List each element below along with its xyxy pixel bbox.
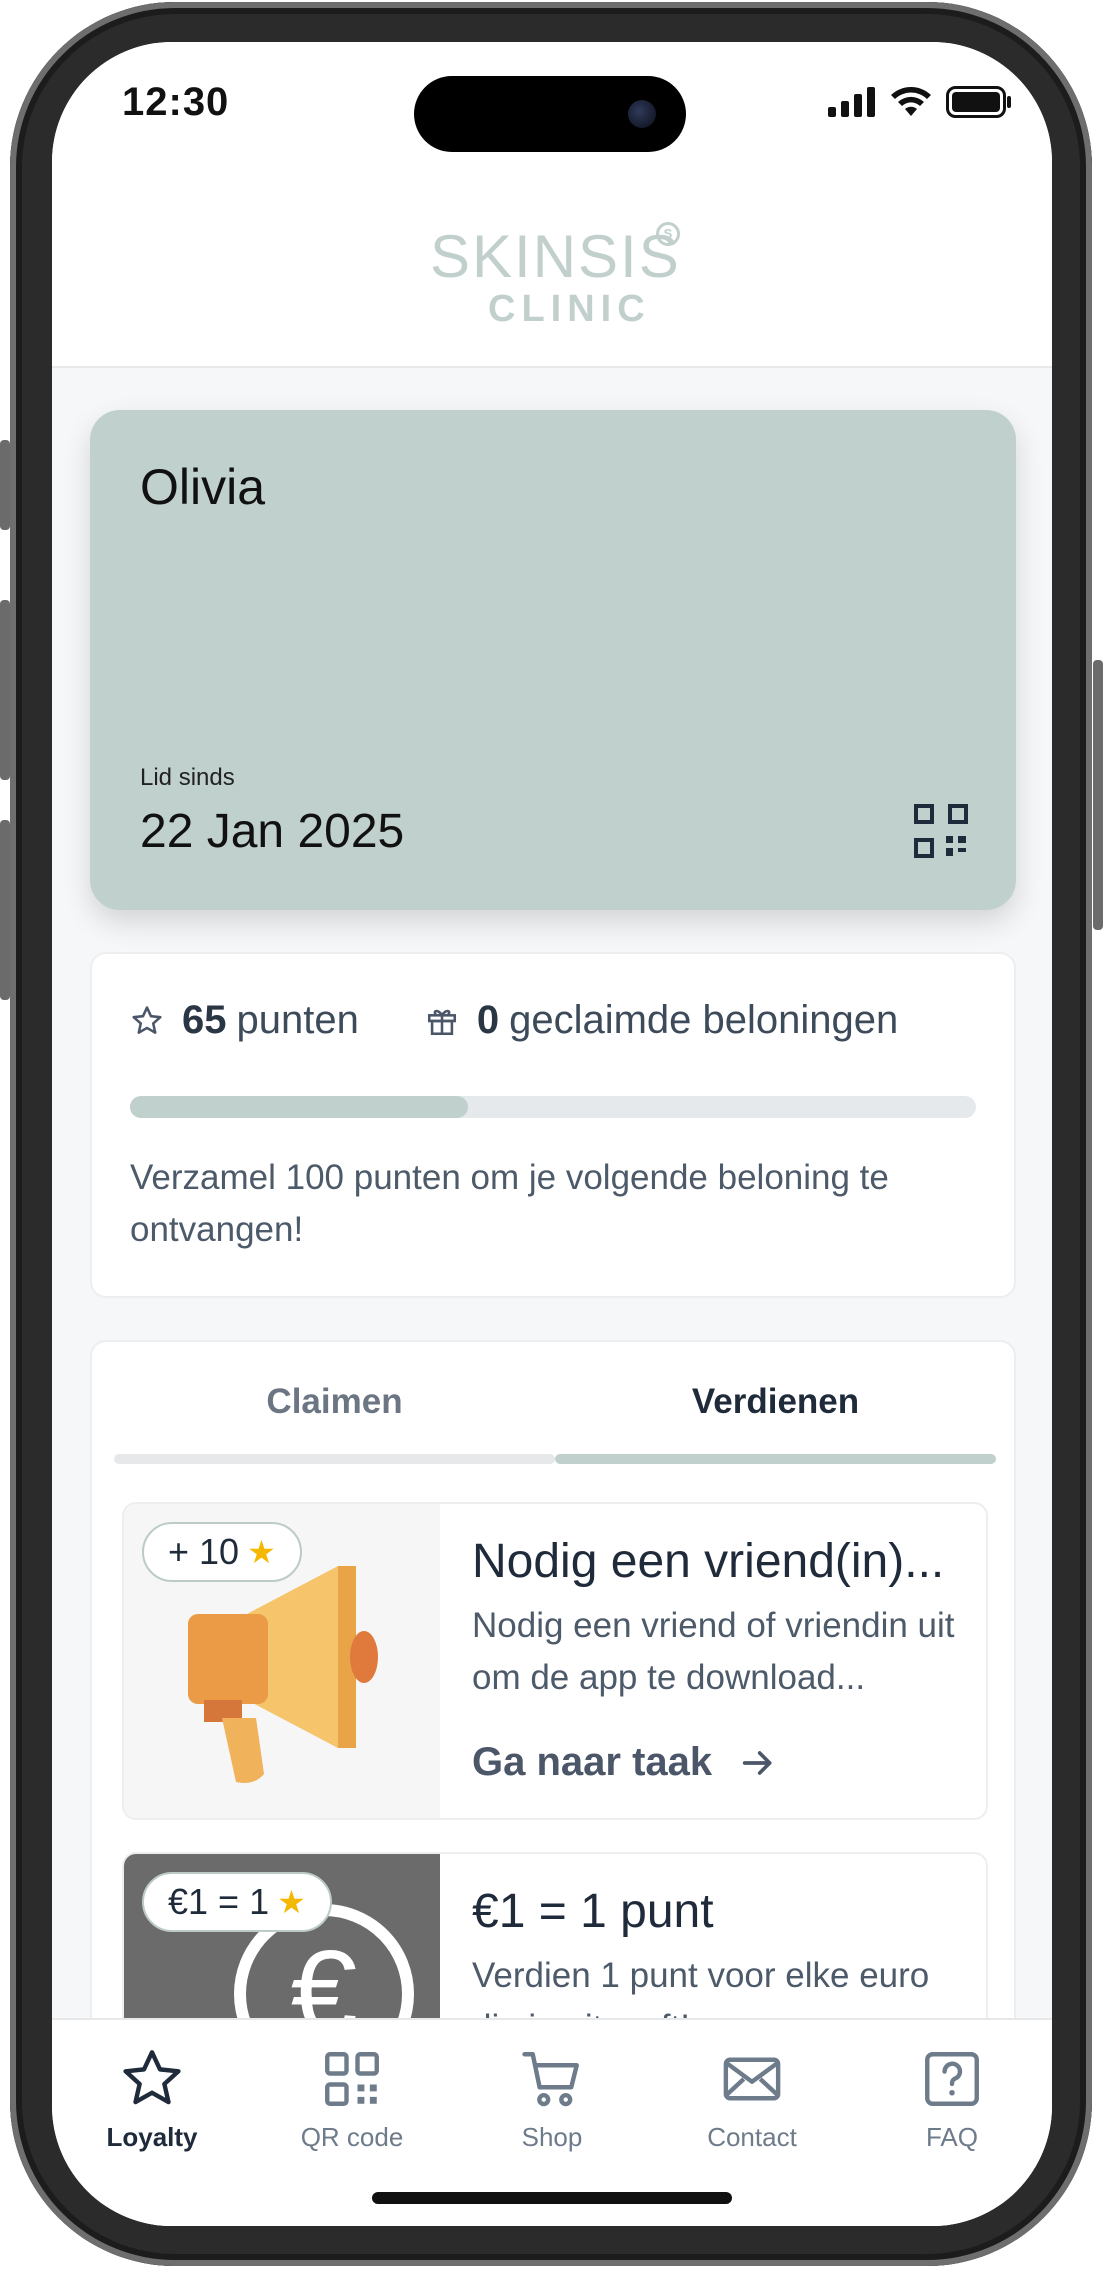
points-progress-fill bbox=[130, 1096, 469, 1118]
mail-icon bbox=[723, 2057, 781, 2101]
task-title: €1 = 1 punt bbox=[472, 1885, 714, 1938]
tab-verdienen[interactable]: Verdienen bbox=[555, 1342, 996, 1462]
signal-icon bbox=[828, 87, 875, 117]
nav-qr-code[interactable]: QR code bbox=[252, 2046, 452, 2153]
nav-contact[interactable]: Contact bbox=[652, 2046, 852, 2153]
go-to-task-label: Ga naar taak bbox=[472, 1740, 713, 1784]
status-bar: 12:30 bbox=[52, 42, 1052, 172]
nav-label: FAQ bbox=[925, 2122, 978, 2152]
member-name: Olivia bbox=[140, 459, 266, 515]
member-since-label: Lid sinds bbox=[140, 764, 235, 791]
nav-label: QR code bbox=[300, 2122, 404, 2152]
points-value: 65 bbox=[182, 998, 227, 1042]
star-icon: ★ bbox=[247, 1534, 276, 1570]
nav-label: Contact bbox=[707, 2122, 797, 2152]
tab-underline-claimen bbox=[114, 1454, 555, 1464]
star-icon bbox=[123, 2050, 181, 2105]
points-progress-bar bbox=[130, 1096, 976, 1118]
star-outline-icon bbox=[132, 1005, 162, 1034]
qr-code-icon bbox=[325, 2052, 379, 2106]
gift-icon bbox=[427, 1009, 456, 1035]
nav-shop[interactable]: Shop bbox=[452, 2046, 652, 2153]
logo-wordmark: SKINSIS bbox=[430, 223, 681, 290]
action-button bbox=[0, 440, 10, 530]
badge-text: + 10 bbox=[168, 1531, 240, 1572]
points-badge: + 10 ★ bbox=[142, 1522, 302, 1582]
status-time: 12:30 bbox=[122, 80, 230, 124]
skinsis-clinic-logo: SKINSIS CLINIC S bbox=[430, 222, 680, 332]
wifi-icon bbox=[891, 87, 931, 116]
go-to-task-link[interactable]: Ga naar taak bbox=[472, 1740, 778, 1785]
battery-icon bbox=[946, 86, 1011, 118]
tabs: Claimen Verdienen bbox=[114, 1342, 996, 1472]
cart-icon bbox=[522, 2052, 579, 2107]
logo-subtitle: CLINIC bbox=[488, 288, 651, 330]
tab-underline-verdienen bbox=[555, 1454, 996, 1464]
points-label: punten bbox=[236, 998, 359, 1042]
home-indicator[interactable] bbox=[372, 2192, 732, 2204]
badge-text: €1 = 1 bbox=[168, 1881, 270, 1922]
points-panel: 65 punten 0 geclaimde beloningen Verzame… bbox=[90, 952, 1016, 1298]
app-header: SKINSIS CLINIC S bbox=[52, 172, 1052, 368]
points-total: 65 punten bbox=[130, 998, 359, 1043]
app-screen: 12:30 SKINSIS CLINIC S Olivia Lid sinds … bbox=[52, 42, 1052, 2226]
nav-label: Shop bbox=[521, 2122, 583, 2152]
logo-badge: S bbox=[656, 222, 680, 246]
claimed-value: 0 bbox=[476, 998, 500, 1042]
volume-down-button bbox=[0, 820, 10, 1000]
star-icon: ★ bbox=[277, 1884, 306, 1920]
nav-faq[interactable]: FAQ bbox=[852, 2046, 1052, 2153]
qr-code-icon[interactable] bbox=[914, 804, 968, 858]
nav-loyalty[interactable]: Loyalty bbox=[52, 2046, 252, 2153]
dynamic-island bbox=[414, 76, 686, 152]
tab-claimen[interactable]: Claimen bbox=[114, 1342, 555, 1462]
volume-up-button bbox=[0, 600, 10, 780]
camera-icon bbox=[628, 100, 656, 128]
member-card[interactable]: Olivia Lid sinds 22 Jan 2025 bbox=[90, 410, 1016, 910]
status-icons bbox=[828, 86, 1012, 118]
claimed-rewards: 0 geclaimde beloningen bbox=[425, 998, 898, 1043]
task-card-invite-friend[interactable]: + 10 ★ Nodig een vriend(in)... Nodig een… bbox=[122, 1502, 988, 1820]
question-icon bbox=[925, 2052, 979, 2106]
task-title: Nodig een vriend(in)... bbox=[472, 1535, 945, 1588]
points-badge: €1 = 1 ★ bbox=[142, 1872, 332, 1932]
power-button bbox=[1093, 660, 1103, 930]
nav-label: Loyalty bbox=[106, 2122, 198, 2152]
task-description: Nodig een vriend of vriendin uit om de a… bbox=[472, 1606, 955, 1697]
member-since-date: 22 Jan 2025 bbox=[140, 805, 405, 858]
claimed-label: geclaimde beloningen bbox=[509, 998, 899, 1042]
points-summary: 65 punten 0 geclaimde beloningen bbox=[130, 998, 898, 1043]
arrow-right-icon bbox=[742, 1750, 772, 1775]
points-hint: Verzamel 100 punten om je volgende belon… bbox=[130, 1158, 889, 1249]
